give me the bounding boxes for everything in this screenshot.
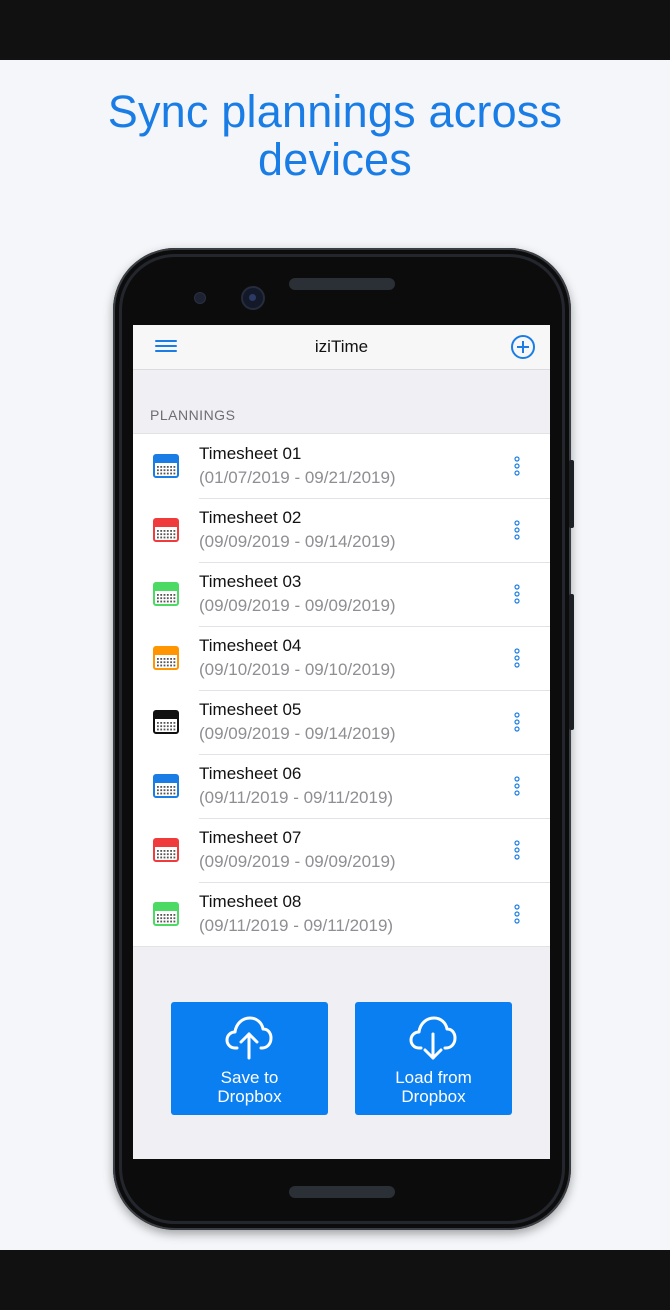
section-header-plannings: PLANNINGS [150, 407, 236, 423]
calendar-icon [153, 582, 179, 606]
planning-date-range: (09/09/2019 - 09/14/2019) [199, 724, 396, 743]
more-options-icon[interactable] [509, 519, 525, 541]
planning-row[interactable]: Timesheet 02 (09/09/2019 - 09/14/2019) [133, 498, 550, 562]
plus-circle-icon[interactable] [510, 334, 536, 360]
phone-front-camera [243, 288, 263, 308]
plannings-list: Timesheet 01 (01/07/2019 - 09/21/2019) Tim… [133, 433, 550, 947]
planning-name: Timesheet 06 [199, 764, 302, 783]
save-to-dropbox-label: Save to Dropbox [217, 1068, 282, 1106]
planning-row[interactable]: Timesheet 03 (09/09/2019 - 09/09/2019) [133, 562, 550, 626]
hamburger-menu-icon[interactable] [155, 337, 181, 357]
calendar-icon [153, 838, 179, 862]
more-options-icon[interactable] [509, 903, 525, 925]
bottom-black-bar [0, 1250, 670, 1310]
more-options-icon[interactable] [509, 455, 525, 477]
menu-line [155, 340, 177, 342]
planning-row[interactable]: Timesheet 07 (09/09/2019 - 09/09/2019) [133, 818, 550, 882]
planning-date-range: (01/07/2019 - 09/21/2019) [199, 468, 396, 487]
planning-name: Timesheet 08 [199, 892, 302, 911]
planning-date-range: (09/09/2019 - 09/09/2019) [199, 596, 396, 615]
planning-date-range: (09/10/2019 - 09/10/2019) [199, 660, 396, 679]
menu-line [155, 345, 177, 347]
promo-stage: Sync plannings across devices iziTime PL… [0, 60, 670, 1250]
app-screen: iziTime PLANNINGS Timesheet 01 (01/07/201… [133, 325, 550, 1159]
phone-bottom-speaker [289, 1186, 395, 1198]
load-from-dropbox-label: Load from Dropbox [395, 1068, 472, 1106]
menu-line [155, 350, 177, 352]
phone-earpiece [289, 278, 395, 290]
more-options-icon[interactable] [509, 711, 525, 733]
phone-sensor [195, 293, 205, 303]
save-to-dropbox-button[interactable]: Save to Dropbox [171, 1002, 328, 1115]
calendar-icon [153, 902, 179, 926]
top-black-bar [0, 0, 670, 60]
more-options-icon[interactable] [509, 775, 525, 797]
planning-row[interactable]: Timesheet 08 (09/11/2019 - 09/11/2019) [133, 882, 550, 946]
phone-side-button-lower [569, 594, 574, 730]
calendar-icon [153, 646, 179, 670]
load-from-dropbox-button[interactable]: Load from Dropbox [355, 1002, 512, 1115]
planning-date-range: (09/11/2019 - 09/11/2019) [199, 788, 394, 807]
planning-date-range: (09/11/2019 - 09/11/2019) [199, 916, 394, 935]
app-title: iziTime [314, 337, 369, 356]
phone-side-button-upper [569, 460, 574, 528]
planning-row[interactable]: Timesheet 01 (01/07/2019 - 09/21/2019) [133, 434, 550, 498]
planning-row[interactable]: Timesheet 05 (09/09/2019 - 09/14/2019) [133, 690, 550, 754]
calendar-icon [153, 710, 179, 734]
planning-name: Timesheet 02 [199, 508, 302, 527]
more-options-icon[interactable] [509, 647, 525, 669]
planning-date-range: (09/09/2019 - 09/09/2019) [199, 852, 396, 871]
planning-row[interactable]: Timesheet 06 (09/11/2019 - 09/11/2019) [133, 754, 550, 818]
navigation-bar: iziTime [133, 325, 550, 370]
planning-row[interactable]: Timesheet 04 (09/10/2019 - 09/10/2019) [133, 626, 550, 690]
promo-headline: Sync plannings across devices [107, 86, 563, 185]
calendar-icon [153, 774, 179, 798]
more-options-icon[interactable] [509, 839, 525, 861]
cloud-upload-icon [225, 1016, 273, 1060]
planning-name: Timesheet 04 [199, 636, 302, 655]
planning-name: Timesheet 03 [199, 572, 302, 591]
more-options-icon[interactable] [509, 583, 525, 605]
phone-frame: iziTime PLANNINGS Timesheet 01 (01/07/201… [113, 248, 574, 1230]
calendar-icon [153, 454, 179, 478]
calendar-icon [153, 518, 179, 542]
planning-name: Timesheet 01 [199, 444, 302, 463]
cloud-download-icon [409, 1016, 457, 1060]
planning-name: Timesheet 07 [199, 828, 302, 847]
planning-name: Timesheet 05 [199, 700, 302, 719]
planning-date-range: (09/09/2019 - 09/14/2019) [199, 532, 396, 551]
